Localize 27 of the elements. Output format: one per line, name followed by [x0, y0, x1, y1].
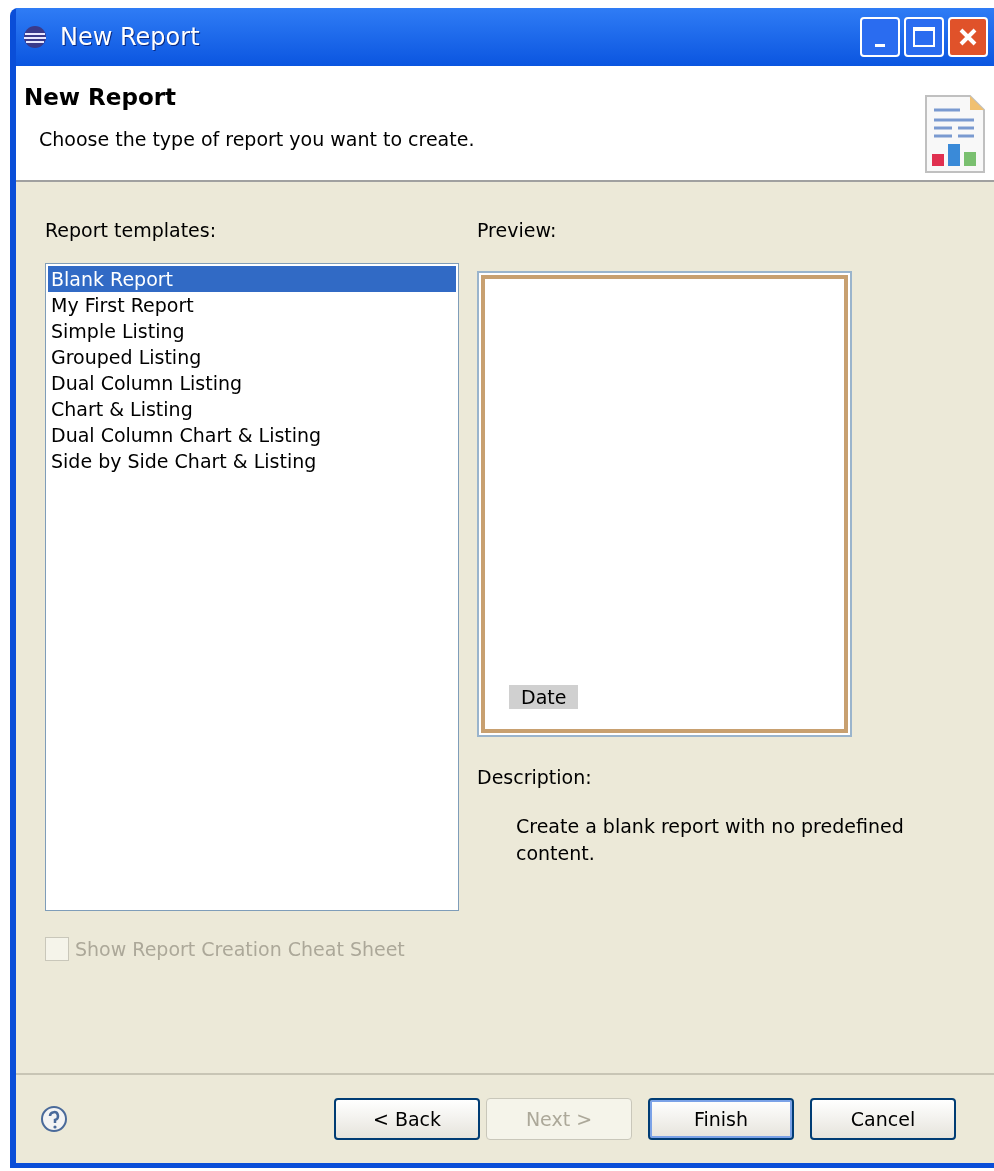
template-item[interactable]: Dual Column Listing	[48, 369, 456, 396]
help-icon[interactable]	[40, 1105, 68, 1133]
preview-label: Preview:	[477, 218, 558, 243]
template-item[interactable]: Blank Report	[48, 265, 456, 292]
minimize-button[interactable]	[860, 17, 900, 57]
template-item[interactable]: Grouped Listing	[48, 343, 456, 370]
template-item[interactable]: My First Report	[48, 291, 456, 318]
template-item[interactable]: Simple Listing	[48, 317, 456, 344]
window-title: New Report	[60, 22, 200, 53]
template-item[interactable]: Dual Column Chart & Listing	[48, 421, 456, 448]
report-icon	[924, 94, 986, 174]
description-label: Description:	[477, 764, 593, 790]
description-text: Create a blank report with no predefined content.	[516, 814, 905, 866]
maximize-button[interactable]	[904, 17, 944, 57]
close-button[interactable]	[948, 17, 988, 57]
checkbox-label: Show Report Creation Cheat Sheet	[75, 936, 405, 962]
page-title: New Report	[24, 83, 177, 112]
dialog-button[interactable]: Finish	[648, 1098, 794, 1140]
date-field: Date	[509, 684, 579, 709]
globe-icon	[22, 24, 48, 50]
dialog-button[interactable]: < Back	[334, 1098, 480, 1140]
close-icon	[957, 26, 979, 48]
template-item[interactable]: Side by Side Chart & Listing	[48, 447, 456, 474]
templates-label: Report templates:	[45, 218, 218, 243]
page-subtitle: Choose the type of report you want to create.	[39, 126, 475, 152]
template-item[interactable]: Chart & Listing	[48, 395, 456, 422]
dialog-button[interactable]: Cancel	[810, 1098, 956, 1140]
